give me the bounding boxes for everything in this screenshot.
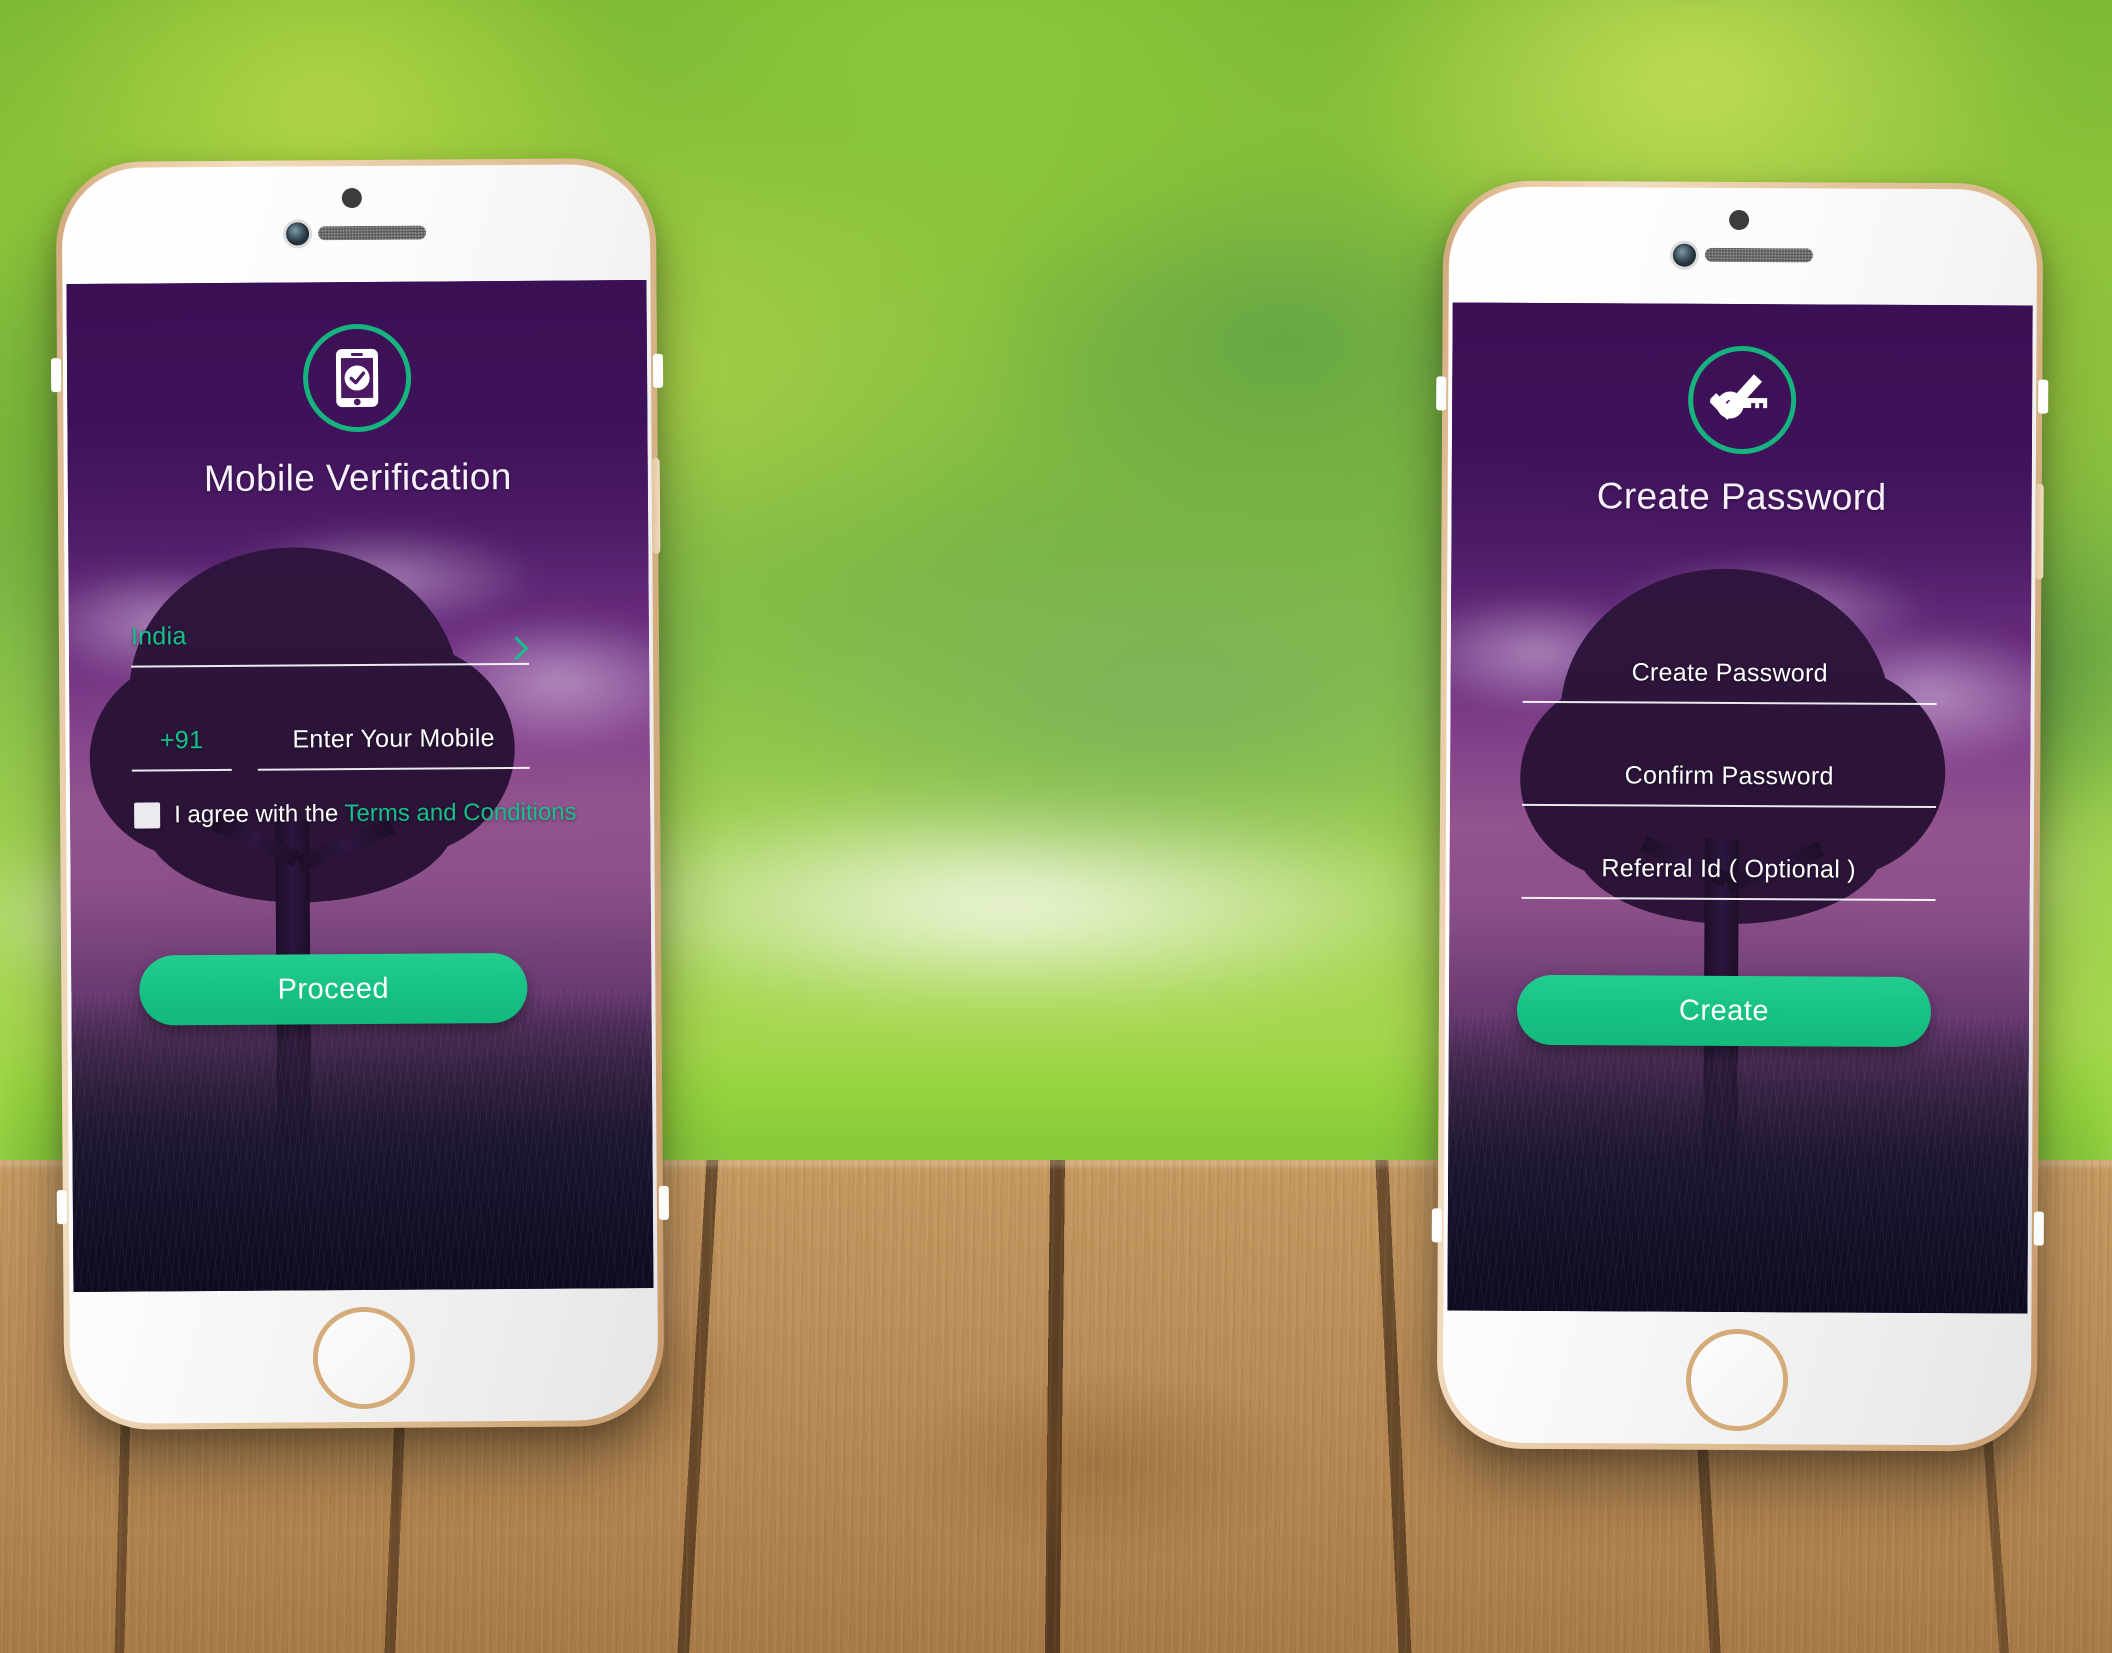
- earpiece-speaker: [1704, 247, 1813, 263]
- antenna-band-bottom-left: [56, 1190, 67, 1225]
- left-phone-top-hardware: [56, 158, 657, 282]
- referral-id-underline: [1521, 896, 1936, 902]
- antenna-band-bottom-right: [658, 1185, 669, 1220]
- right-phone-screen: Create Password Create Password Confirm …: [1447, 302, 2033, 1314]
- mobile-verification-ui: Mobile Verification India +91 Enter Your…: [66, 280, 653, 1292]
- antenna-band-top-right: [2038, 379, 2049, 414]
- front-camera: [286, 222, 310, 246]
- terms-consent-prefix: I agree with the: [174, 800, 345, 829]
- terms-and-conditions-link[interactable]: Terms and Conditions: [344, 798, 576, 827]
- terms-consent-label: I agree with the Terms and Conditions: [174, 798, 577, 829]
- mobile-check-icon: [302, 323, 412, 433]
- antenna-band-top-left: [1436, 376, 1447, 411]
- proximity-sensor: [1729, 209, 1750, 231]
- antenna-band-top-right: [652, 353, 664, 388]
- country-code-underline: [131, 768, 232, 772]
- country-code-field[interactable]: +91: [131, 715, 232, 772]
- referral-id-placeholder: Referral Id ( Optional ): [1601, 854, 1857, 884]
- country-select-value: India: [130, 622, 187, 651]
- confirm-password-underline: [1522, 803, 1937, 809]
- antenna-band-bottom-left: [1431, 1208, 1442, 1243]
- mobile-number-underline: [257, 766, 530, 771]
- confirm-password-input[interactable]: Confirm Password: [1522, 750, 1937, 809]
- mobile-number-input[interactable]: Enter Your Mobile: [257, 713, 530, 771]
- mobile-number-placeholder: Enter Your Mobile: [292, 724, 495, 754]
- country-code-value: +91: [159, 726, 204, 755]
- create-password-placeholder: Create Password: [1631, 658, 1828, 688]
- page-title: Create Password: [1596, 475, 1887, 518]
- proximity-sensor: [341, 187, 362, 209]
- right-phone: Create Password Create Password Confirm …: [1431, 180, 2049, 1452]
- home-button[interactable]: [1690, 1333, 1784, 1427]
- create-password-ui: Create Password Create Password Confirm …: [1447, 302, 2032, 1313]
- referral-id-input[interactable]: Referral Id ( Optional ): [1521, 843, 1936, 902]
- front-camera: [1672, 243, 1696, 267]
- right-phone-top-hardware: [1443, 180, 2044, 303]
- create-password-input[interactable]: Create Password: [1522, 647, 1937, 706]
- left-phone-screen: Mobile Verification India +91 Enter Your…: [66, 279, 654, 1293]
- create-password-underline: [1522, 700, 1937, 706]
- proceed-button[interactable]: Proceed: [139, 952, 528, 1026]
- power-button[interactable]: [2035, 483, 2044, 580]
- left-phone: Mobile Verification India +91 Enter Your…: [50, 157, 669, 1431]
- antenna-band-top-left: [50, 358, 62, 393]
- terms-checkbox[interactable]: [134, 802, 161, 829]
- page-title: Mobile Verification: [203, 455, 512, 500]
- power-button[interactable]: [651, 457, 661, 554]
- create-button[interactable]: Create: [1516, 974, 1932, 1048]
- key-check-icon: [1687, 345, 1797, 455]
- antenna-band-bottom-right: [2033, 1211, 2044, 1246]
- earpiece-speaker: [318, 225, 427, 241]
- confirm-password-placeholder: Confirm Password: [1624, 761, 1834, 791]
- home-button[interactable]: [317, 1311, 411, 1405]
- country-select[interactable]: India: [130, 609, 530, 668]
- chevron-right-icon: [504, 636, 529, 661]
- country-select-underline: [131, 662, 530, 668]
